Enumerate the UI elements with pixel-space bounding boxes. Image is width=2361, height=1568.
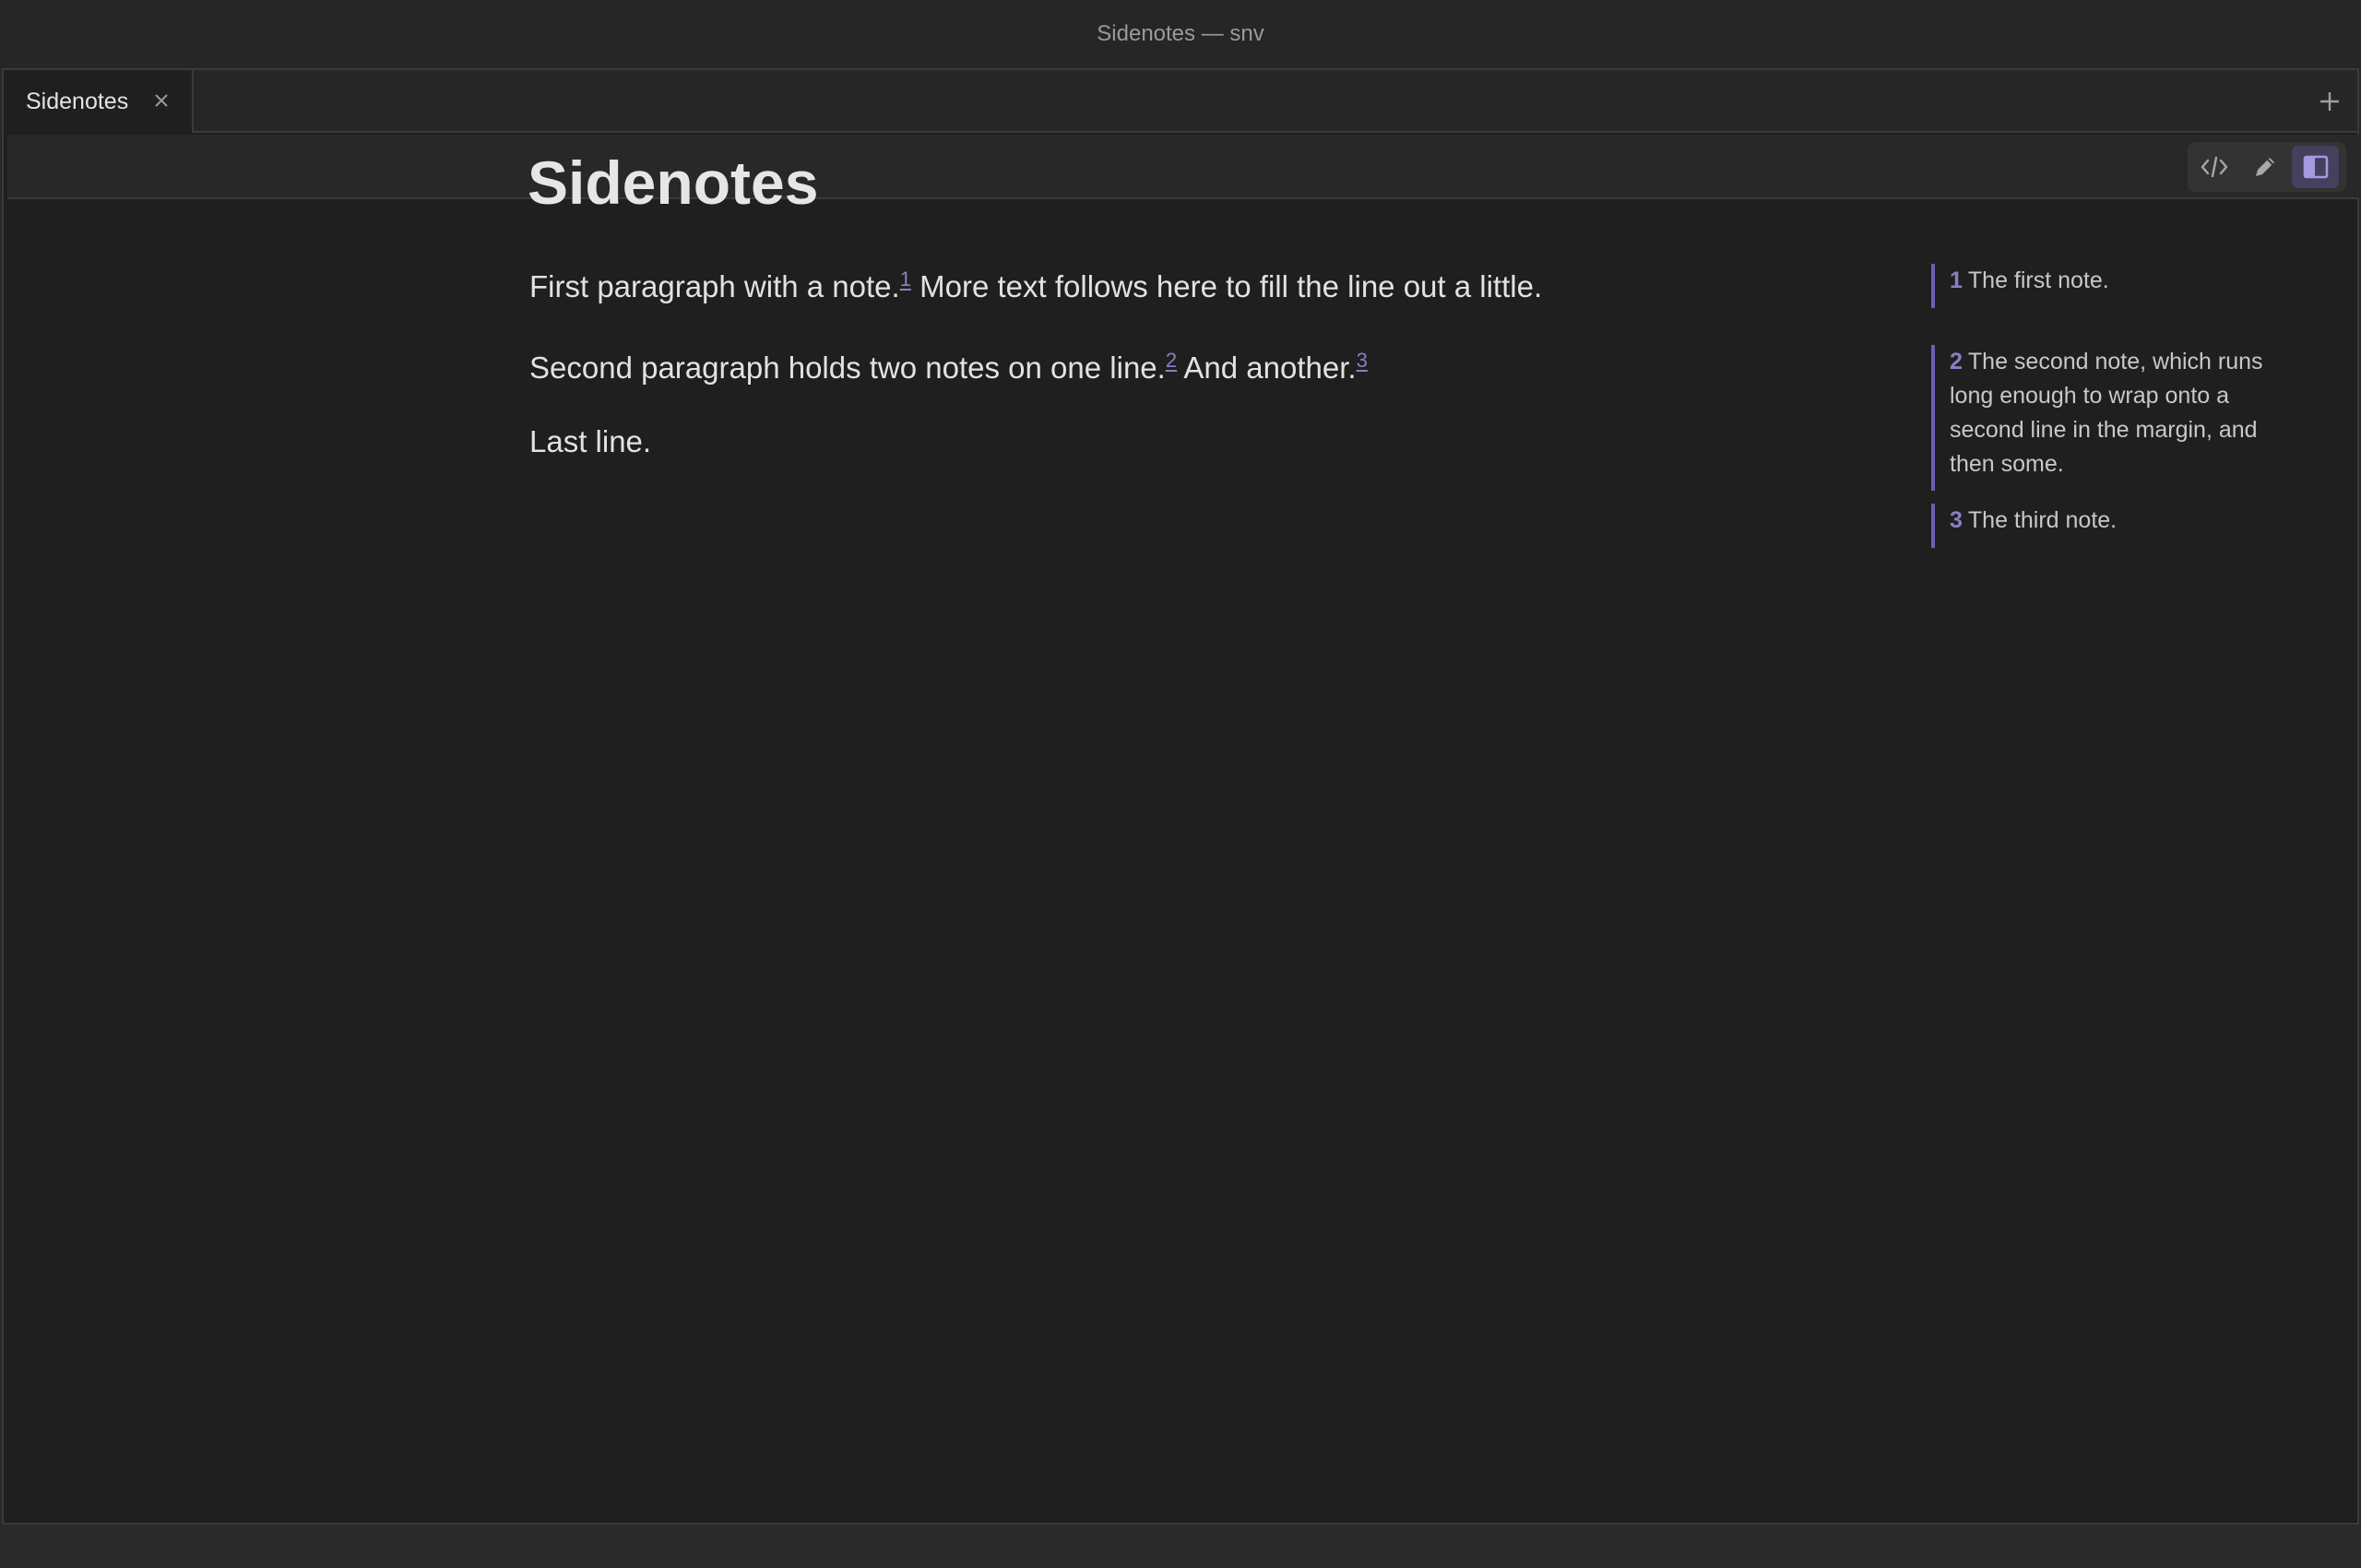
sidenote-number: 2 [1950, 349, 1963, 374]
book-icon [2303, 155, 2328, 179]
sidenote-number: 1 [1950, 267, 1963, 293]
sidenote-text: The third note. [1967, 507, 2118, 533]
plus-icon[interactable] [2315, 87, 2344, 116]
pencil-icon [2256, 158, 2274, 176]
tab-bar: Sidenotes [4, 70, 2357, 133]
paragraph-text: And another. [1177, 350, 1357, 385]
status-bar [0, 1526, 2361, 1568]
footnote-ref-2[interactable]: 2 [1166, 349, 1177, 372]
sidenote-2: 2 The second note, which runs long enough… [1931, 345, 2291, 491]
tab-label: Sidenotes [26, 88, 129, 114]
sidenote-number: 3 [1950, 507, 1963, 533]
footnote-ref-1[interactable]: 1 [900, 267, 911, 291]
tab-sidenotes[interactable]: Sidenotes [4, 70, 194, 133]
paragraph-text: More text follows here to fill the line … [910, 269, 1543, 303]
sidenote-3: 3 The third note. [1931, 504, 2291, 548]
paragraph-3: Last line. [529, 424, 652, 458]
paragraph-1: First paragraph with a note.1 More text … [529, 267, 1542, 304]
footnote-ref-3[interactable]: 3 [1357, 349, 1368, 372]
window-title: Sidenotes — snv [1097, 21, 1264, 46]
paragraph-2: Second paragraph holds two notes on one … [529, 349, 1368, 386]
source-mode-button[interactable] [2191, 146, 2238, 188]
paragraph-text: Second paragraph holds two notes on one … [529, 350, 1166, 385]
close-icon[interactable] [149, 89, 173, 113]
view-toolbar [7, 135, 2359, 199]
window-titlebar: Sidenotes — snv [0, 0, 2361, 68]
edit-mode-button[interactable] [2242, 146, 2289, 188]
sidenote-1: 1 The first note. [1931, 264, 2291, 308]
reading-mode-button[interactable] [2292, 146, 2340, 188]
sidenote-text: The first note. [1967, 267, 2109, 293]
sidenote-text: The second note, which runs long enough … [1950, 349, 2263, 477]
paragraph-text: First paragraph with a note. [529, 269, 900, 303]
document-title: Sidenotes [528, 148, 819, 217]
code-icon [2201, 156, 2228, 178]
view-mode-group [2188, 142, 2346, 192]
